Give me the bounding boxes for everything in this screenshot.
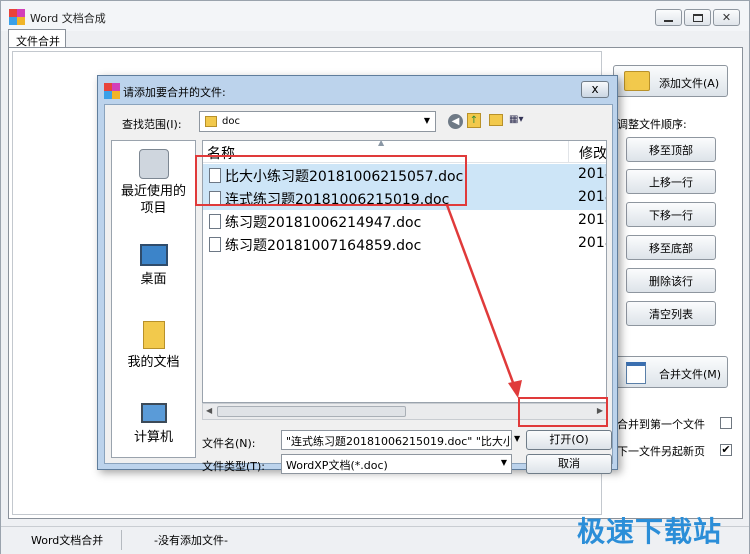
status-files: -没有添加文件- [154,534,228,547]
move-bottom-button[interactable]: 移至底部 [626,235,716,260]
file-name: 练习题20181007164859.doc [225,238,422,254]
maximize-icon [692,13,703,22]
open-button-highlight [518,397,608,427]
view-menu-icon[interactable]: ▦▾ [509,114,533,127]
selected-files-highlight [195,155,467,206]
folder-icon [624,71,650,91]
lookin-value: doc [222,116,240,127]
close-icon: ✕ [721,11,732,24]
scroll-left-icon: ◀ [206,406,213,415]
computer-icon [140,403,167,423]
minimize-icon [664,19,673,22]
file-modified: 2018 [578,189,606,205]
open-button[interactable]: 打开(O) [526,430,612,450]
nav-my-documents-label: 我的文档 [127,355,180,370]
window-title: Word 文档合成 [30,12,106,25]
nav-computer[interactable]: 计算机 [112,403,195,446]
add-file-button[interactable]: 添加文件(A) [613,65,728,97]
file-row[interactable]: 练习题20181007164859.doc 2018 [203,233,606,256]
move-up-button[interactable]: 上移一行 [626,169,716,194]
new-page-label: 下一文件另起新页 [617,445,705,458]
file-row[interactable]: 练习题20181006214947.doc 2018 [203,210,606,233]
watermark: 极速下载站 [577,515,723,548]
file-modified: 2018 [578,235,606,251]
merge-file-button[interactable]: 合并文件(M) [613,356,728,388]
maximize-button[interactable] [684,9,711,26]
app-icon [9,9,25,25]
places-bar: 最近使用的项目 桌面 我的文档 计算机 [111,140,196,458]
file-name: 练习题20181006214947.doc [225,215,422,231]
order-label: 调整文件顺序: [617,118,687,131]
minimize-button[interactable] [655,9,682,26]
dialog-title-bar[interactable]: 请添加要合并的文件: x [98,76,617,104]
back-icon[interactable]: ◀ [448,114,463,129]
dialog-close-button[interactable]: x [581,81,609,98]
scroll-thumb[interactable] [217,406,406,417]
lookin-select[interactable]: doc ▼ [199,111,436,132]
add-file-label: 添加文件(A) [659,77,720,90]
dialog-title: 请添加要合并的文件: [123,86,226,99]
tab-file-merge[interactable]: 文件合并 [8,29,66,48]
merge-to-first-checkbox[interactable] [720,417,732,429]
file-modified: 2018 [578,166,606,182]
documents-folder-icon [142,321,165,349]
merge-file-label: 合并文件(M) [659,368,722,381]
recent-items-icon [138,149,169,179]
chevron-down-icon: ▼ [423,116,430,125]
lookin-label: 查找范围(I): [122,118,182,131]
close-button[interactable]: ✕ [713,9,740,26]
title-bar[interactable]: Word 文档合成 ✕ [1,1,749,31]
status-app: Word文档合并 [31,534,104,547]
close-icon: x [591,82,599,96]
nav-desktop[interactable]: 桌面 [112,244,195,288]
column-header-modified[interactable]: 修改 [568,141,606,163]
new-page-checkbox[interactable]: ✔ [720,444,732,456]
status-divider [121,530,122,550]
doc-file-icon [209,214,221,229]
delete-row-button[interactable]: 删除该行 [626,268,716,293]
nav-recent-label: 最近使用的项目 [120,184,186,216]
move-top-button[interactable]: 移至顶部 [626,137,716,162]
cancel-button[interactable]: 取消 [526,454,612,474]
file-modified: 2018 [578,212,606,228]
filetype-select[interactable]: WordXP文档(*.doc) ▼ [281,454,512,474]
merge-document-icon [626,362,646,384]
dialog-app-icon [104,83,120,99]
clear-list-button[interactable]: 清空列表 [626,301,716,326]
desktop-icon [139,244,168,266]
filename-label: 文件名(N): [202,437,256,450]
checkmark-icon: ✔ [721,443,731,456]
chevron-down-icon: ▼ [500,458,507,467]
nav-desktop-label: 桌面 [140,272,167,287]
move-down-button[interactable]: 下移一行 [626,202,716,227]
up-folder-icon[interactable]: ↑ [467,113,481,128]
nav-computer-label: 计算机 [133,430,173,445]
new-folder-icon[interactable] [489,114,503,126]
filename-dropdown-icon[interactable]: ▼ [514,434,520,443]
folder-icon [205,116,217,127]
merge-to-first-label: 合并到第一个文件 [617,418,705,431]
doc-file-icon [209,237,221,252]
nav-recent[interactable]: 最近使用的项目 [112,149,195,217]
nav-my-documents[interactable]: 我的文档 [112,321,195,371]
filetype-label: 文件类型(T): [202,460,266,473]
filename-input[interactable]: "连式练习题20181006215019.doc" "比大小 [281,430,512,450]
filetype-value: WordXP文档(*.doc) [286,459,388,472]
